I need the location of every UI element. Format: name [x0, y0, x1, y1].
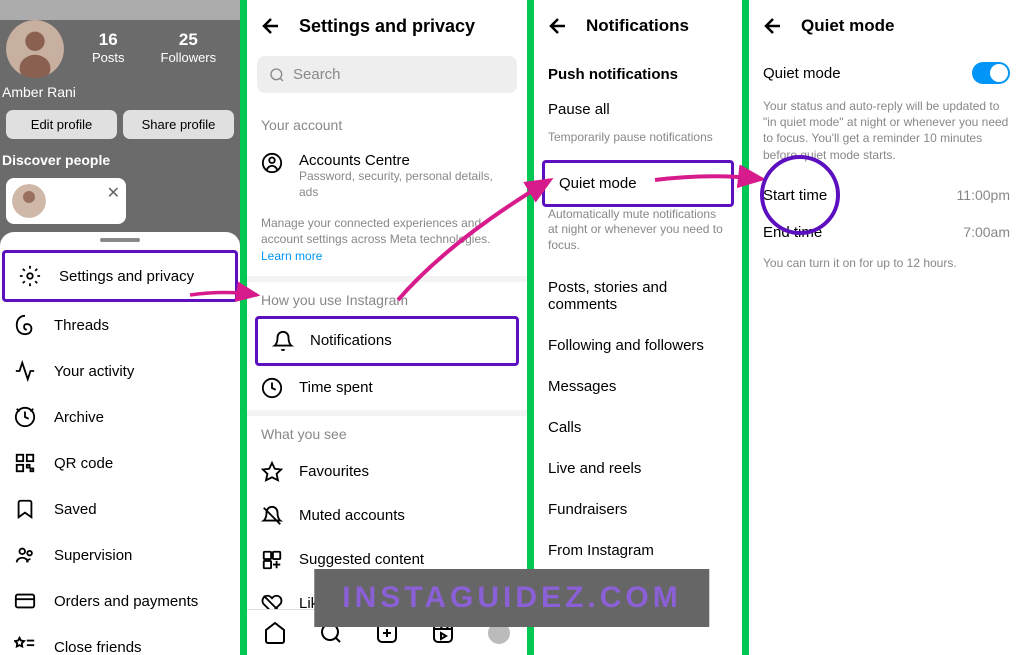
end-time-row[interactable]: End time7:00am — [749, 214, 1024, 251]
people-icon — [14, 544, 36, 566]
posts-row[interactable]: Posts, stories and comments — [534, 267, 742, 325]
menu-orders[interactable]: Orders and payments — [0, 578, 240, 624]
quiet-footer: You can turn it on for up to 12 hours. — [749, 251, 1024, 285]
card-icon — [14, 590, 36, 612]
quiet-toggle-row[interactable]: Quiet mode — [749, 52, 1024, 94]
archive-icon — [14, 406, 36, 428]
search-input[interactable]: Search — [257, 56, 517, 93]
clock-icon — [261, 377, 283, 399]
followers-stat[interactable]: 25Followers — [161, 30, 217, 65]
activity-icon — [14, 360, 36, 382]
close-icon[interactable]: ✕ — [107, 183, 120, 203]
time-spent-row[interactable]: Time spent — [247, 366, 527, 410]
following-row[interactable]: Following and followers — [534, 325, 742, 366]
profile-panel: 16Posts 25Followers Amber Rani Edit prof… — [0, 0, 240, 655]
notifications-row[interactable]: Notifications — [255, 316, 519, 366]
accounts-centre-row[interactable]: Accounts CentrePassword, security, perso… — [247, 141, 527, 211]
star-list-icon — [14, 636, 36, 655]
posts-stat[interactable]: 16Posts — [92, 30, 125, 65]
home-icon[interactable] — [263, 621, 287, 645]
push-heading: Push notifications — [534, 52, 742, 89]
star-icon — [261, 461, 283, 483]
bell-icon — [272, 330, 294, 352]
settings-panel: Settings and privacy Search Your account… — [247, 0, 527, 655]
profile-stats: 16Posts 25Followers — [92, 30, 216, 65]
search-icon — [269, 67, 285, 83]
section-how: How you use Instagram — [247, 282, 527, 316]
quiet-mode-panel: Quiet mode Quiet mode Your status and au… — [749, 0, 1024, 655]
section-account: Your account — [247, 107, 527, 141]
menu-supervision[interactable]: Supervision — [0, 532, 240, 578]
quiet-mode-row[interactable]: Quiet mode — [542, 160, 734, 207]
menu-threads[interactable]: Threads — [0, 302, 240, 348]
learn-more-link[interactable]: Learn more — [261, 249, 322, 263]
menu-archive[interactable]: Archive — [0, 394, 240, 440]
menu-close-friends[interactable]: Close friends — [0, 624, 240, 655]
live-row[interactable]: Live and reels — [534, 448, 742, 489]
bottom-sheet: Settings and privacy Threads Your activi… — [0, 232, 240, 655]
qr-icon — [14, 452, 36, 474]
discover-card[interactable]: ✕ — [6, 178, 126, 224]
edit-profile-button[interactable]: Edit profile — [6, 110, 117, 139]
back-icon[interactable] — [546, 14, 570, 38]
watermark: INSTAGUIDEZ.COM — [314, 569, 709, 627]
back-icon[interactable] — [259, 14, 283, 38]
threads-icon — [14, 314, 36, 336]
bookmark-icon — [14, 498, 36, 520]
quiet-hint: Automatically mute notifications at nigh… — [534, 207, 742, 268]
profile-header: 16Posts 25Followers Amber Rani Edit prof… — [0, 20, 240, 260]
quiet-description: Your status and auto-reply will be updat… — [749, 94, 1024, 177]
gear-icon — [19, 265, 41, 287]
discover-people-heading: Discover people — [2, 152, 110, 168]
quiet-toggle[interactable] — [972, 62, 1010, 84]
divider — [240, 0, 247, 655]
from-ig-row[interactable]: From Instagram — [534, 530, 742, 571]
start-time-row[interactable]: Start time11:00pm — [749, 177, 1024, 214]
calls-row[interactable]: Calls — [534, 407, 742, 448]
messages-row[interactable]: Messages — [534, 366, 742, 407]
back-icon[interactable] — [761, 14, 785, 38]
page-title: Notifications — [586, 16, 689, 36]
fundraisers-row[interactable]: Fundraisers — [534, 489, 742, 530]
divider — [527, 0, 534, 655]
favourites-row[interactable]: Favourites — [247, 450, 527, 494]
menu-saved[interactable]: Saved — [0, 486, 240, 532]
notifications-panel: Notifications Push notifications Pause a… — [534, 0, 742, 655]
bell-off-icon — [261, 505, 283, 527]
avatar[interactable] — [6, 20, 64, 78]
muted-row[interactable]: Muted accounts — [247, 494, 527, 538]
username: Amber Rani — [2, 84, 76, 100]
sheet-handle[interactable] — [100, 238, 140, 242]
grid-plus-icon — [261, 549, 283, 571]
menu-settings-privacy[interactable]: Settings and privacy — [2, 250, 238, 302]
pause-all-row[interactable]: Pause all — [534, 89, 742, 130]
section-what: What you see — [247, 416, 527, 450]
person-circle-icon — [261, 152, 283, 174]
share-profile-button[interactable]: Share profile — [123, 110, 234, 139]
divider — [742, 0, 749, 655]
pause-hint: Temporarily pause notifications — [534, 130, 742, 160]
accounts-hint: Manage your connected experiences and ac… — [247, 211, 527, 276]
menu-activity[interactable]: Your activity — [0, 348, 240, 394]
menu-qr[interactable]: QR code — [0, 440, 240, 486]
page-title: Settings and privacy — [299, 16, 475, 37]
page-title: Quiet mode — [801, 16, 895, 36]
